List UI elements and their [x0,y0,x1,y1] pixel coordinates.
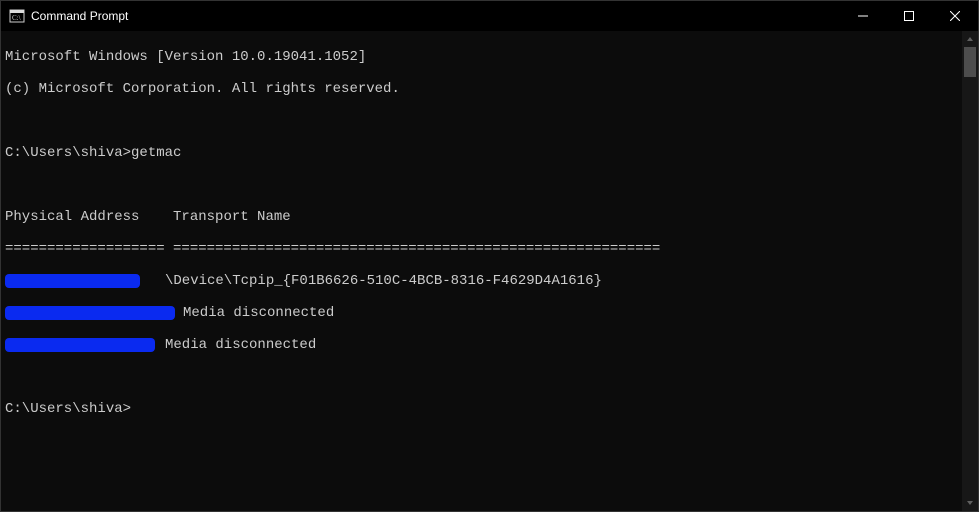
transport-name-value: Media disconnected [183,305,334,321]
column-transport-name: Transport Name [173,209,291,225]
maximize-button[interactable] [886,1,932,31]
close-button[interactable] [932,1,978,31]
redacted-mac-3 [5,338,155,352]
command-text: getmac [131,145,181,161]
os-version-line: Microsoft Windows [Version 10.0.19041.10… [5,49,958,65]
scrollbar-thumb[interactable] [964,47,976,77]
prompt-path: C:\Users\shiva> [5,401,131,417]
svg-text:C:\: C:\ [12,14,21,22]
minimize-button[interactable] [840,1,886,31]
copyright-line: (c) Microsoft Corporation. All rights re… [5,81,958,97]
titlebar[interactable]: C:\ Command Prompt [1,1,978,31]
transport-name-value: \Device\Tcpip_{F01B6626-510C-4BCB-8316-F… [165,273,602,289]
table-row: \Device\Tcpip_{F01B6626-510C-4BCB-8316-F… [5,273,958,289]
transport-name-value: Media disconnected [165,337,316,353]
scroll-up-arrow-icon[interactable] [962,31,978,47]
terminal-output[interactable]: Microsoft Windows [Version 10.0.19041.10… [1,31,962,511]
command-prompt-icon: C:\ [9,8,25,24]
window-controls [840,1,978,31]
table-row: Media disconnected [5,337,958,353]
scrollbar-track[interactable] [962,47,978,495]
redacted-mac-2 [5,306,175,320]
table-row: Media disconnected [5,305,958,321]
vertical-scrollbar[interactable] [962,31,978,511]
command-prompt-window: C:\ Command Prompt Microsoft Windows [Ve… [0,0,979,512]
window-title: Command Prompt [31,9,128,23]
column-physical-address: Physical Address [5,209,139,225]
scroll-down-arrow-icon[interactable] [962,495,978,511]
separator-line: =================== ====================… [5,241,958,257]
prompt-path: C:\Users\shiva> [5,145,131,161]
redacted-mac-1 [5,274,140,288]
